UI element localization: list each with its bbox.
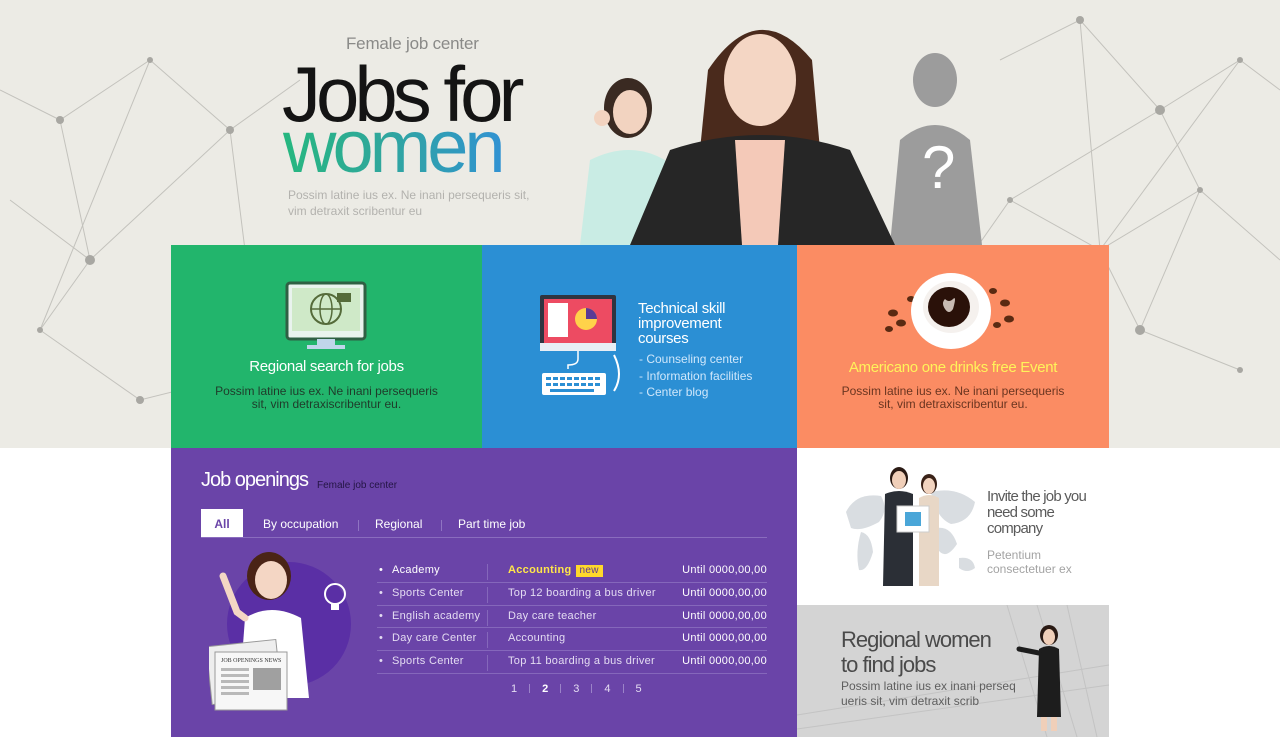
bullet-icon: •	[379, 586, 384, 599]
course-links-list: Counseling center Information facilities…	[639, 351, 752, 401]
bullet-icon: •	[379, 632, 384, 645]
regional-women-panel[interactable]: Regional women to find jobs Possim latin…	[797, 605, 1109, 737]
tile-title: Technical skill improvement courses	[638, 300, 726, 347]
page-link-5[interactable]: 5	[636, 683, 642, 695]
tab-by-occupation[interactable]: By occupation	[263, 509, 338, 537]
tile-description: Possim latine ius ex. Ne inani persequer…	[841, 384, 1065, 411]
column-divider	[487, 632, 488, 649]
newspaper-icon: JOB OPENINGS NEWS	[209, 638, 288, 711]
job-list: • Academy Accounting new Until 0000,00,00…	[377, 560, 767, 674]
course-link[interactable]: Counseling center	[639, 351, 752, 368]
job-openings-panel: Job openings Female job center All By oc…	[171, 448, 797, 737]
job-deadline: Until 0000,00,00	[682, 655, 767, 668]
job-category[interactable]: Academy	[392, 564, 440, 576]
table-row[interactable]: • Day care Center Accounting Until 0000,…	[377, 628, 767, 652]
tile-title: Regional search for jobs	[249, 358, 404, 375]
coffee-cup-icon	[885, 273, 1014, 349]
bullet-icon: •	[379, 564, 384, 576]
feature-tile-regional-search[interactable]: Regional search for jobs Possim latine i…	[171, 245, 482, 448]
job-title-link[interactable]: Top 11 boarding a bus driver	[508, 655, 655, 667]
feature-tile-coffee-event[interactable]: Americano one drinks free Event Possim l…	[797, 245, 1109, 448]
course-link[interactable]: Information facilities	[639, 368, 752, 385]
job-title-link[interactable]: Accounting new	[508, 564, 603, 577]
course-link[interactable]: Center blog	[639, 384, 752, 401]
job-deadline: Until 0000,00,00	[682, 632, 767, 645]
job-deadline: Until 0000,00,00	[682, 564, 767, 576]
tab-part-time-job[interactable]: Part time job	[458, 509, 525, 537]
regional-description: Possim latine ius ex inani perseq ueris …	[841, 679, 1016, 708]
job-category[interactable]: Sports Center	[392, 587, 464, 599]
job-news-woman-illustration: JOB OPENINGS NEWS	[209, 552, 351, 711]
job-category[interactable]: Sports Center	[392, 655, 464, 667]
page-divider	[591, 684, 593, 693]
invite-description: Petentium consectetuer ex	[987, 548, 1072, 576]
silhouette-question-icon: ?	[890, 53, 982, 245]
feature-tile-technical-courses[interactable]: Technical skill improvement courses Coun…	[482, 245, 797, 448]
tab-divider	[441, 520, 442, 531]
tab-all[interactable]: All	[201, 509, 243, 537]
job-title-link[interactable]: Day care teacher	[508, 610, 597, 622]
newspaper-headline: JOB OPENINGS NEWS	[221, 658, 281, 664]
column-divider	[487, 655, 488, 672]
new-badge: new	[575, 565, 603, 577]
hero-title-accent: women	[283, 105, 506, 188]
page-link-1[interactable]: 1	[511, 683, 517, 695]
tab-regional[interactable]: Regional	[375, 509, 422, 537]
table-row[interactable]: • Sports Center Top 11 boarding a bus dr…	[377, 651, 767, 674]
regional-title: Regional women to find jobs	[841, 627, 992, 677]
page-divider	[560, 684, 562, 693]
page-link-4[interactable]: 4	[604, 683, 610, 695]
bullet-icon: •	[379, 609, 384, 622]
job-title-link[interactable]: Accounting	[508, 632, 565, 644]
table-row[interactable]: • Sports Center Top 12 boarding a bus dr…	[377, 583, 767, 606]
monitor-globe-icon	[285, 281, 367, 349]
table-row[interactable]: • Academy Accounting new Until 0000,00,00	[377, 560, 767, 583]
bullet-icon: •	[379, 655, 384, 668]
job-openings-title: Job openings	[201, 469, 309, 491]
job-tabs: All By occupation Regional Part time job	[201, 509, 767, 538]
job-category[interactable]: English academy	[392, 610, 480, 622]
page-divider	[529, 684, 531, 693]
invite-company-panel[interactable]: Invite the job you need some company Pet…	[797, 448, 1109, 605]
page-divider	[622, 684, 624, 693]
column-divider	[487, 564, 488, 580]
job-title-text[interactable]: Accounting	[508, 564, 572, 576]
business-people-map-illustration	[846, 467, 975, 586]
invite-title: Invite the job you need some company	[987, 488, 1087, 537]
page-link-3[interactable]: 3	[573, 683, 579, 695]
hero-women-illustration: ?	[580, 29, 982, 245]
table-row[interactable]: • English academy Day care teacher Until…	[377, 606, 767, 629]
svg-text:?: ?	[922, 134, 955, 201]
job-category[interactable]: Day care Center	[392, 632, 477, 644]
job-openings-subtitle: Female job center	[317, 480, 398, 491]
pagination: 1 2 3 4 5	[511, 683, 642, 695]
page-link-2[interactable]: 2	[542, 683, 548, 695]
woman-center-figure	[630, 29, 895, 245]
tile-title: Americano one drinks free Event	[848, 359, 1058, 376]
tile-description: Possim latine ius ex. Ne inani persequer…	[215, 384, 438, 411]
job-title-link[interactable]: Top 12 boarding a bus driver	[508, 587, 656, 599]
column-divider	[487, 586, 488, 603]
job-deadline: Until 0000,00,00	[682, 586, 767, 599]
tab-divider	[358, 520, 359, 531]
job-deadline: Until 0000,00,00	[682, 609, 767, 622]
computer-chart-icon	[540, 295, 620, 395]
column-divider	[487, 609, 488, 626]
hero-description: Possim latine ius ex. Ne inani persequer…	[288, 188, 530, 218]
